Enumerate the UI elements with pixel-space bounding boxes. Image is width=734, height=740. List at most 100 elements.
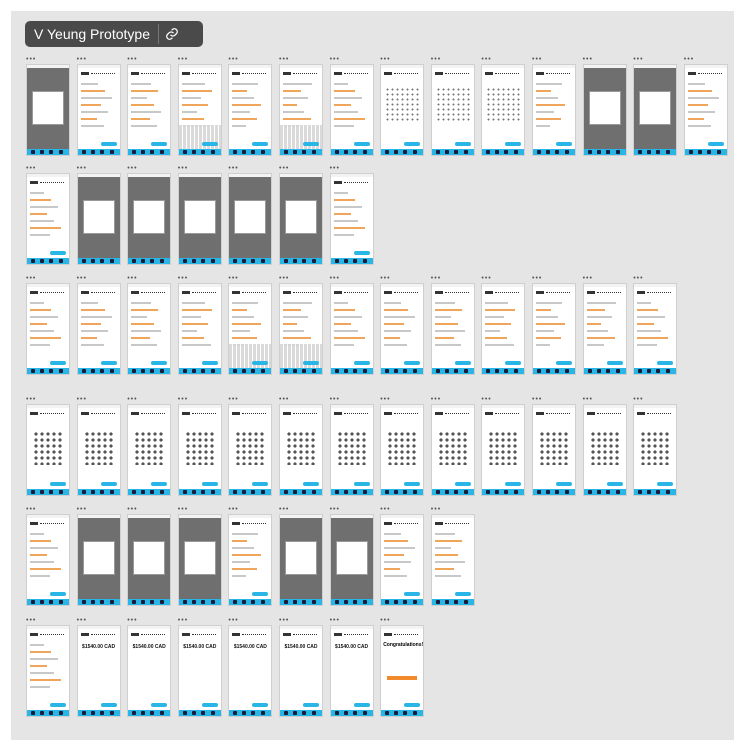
prototype-frame[interactable]: ••• — [380, 56, 425, 156]
frame-menu-dots[interactable]: ••• — [228, 617, 238, 624]
frame-menu-dots[interactable]: ••• — [279, 617, 289, 624]
prototype-frame[interactable]: ••• — [582, 56, 627, 156]
prototype-frame[interactable]: ••• — [582, 275, 627, 375]
prototype-frame[interactable]: ••• — [228, 56, 273, 156]
prototype-frame[interactable]: ••• $1540.00 CAD — [127, 617, 172, 717]
prototype-frame[interactable]: ••• — [481, 396, 526, 496]
frame-menu-dots[interactable]: ••• — [431, 275, 441, 282]
frame-menu-dots[interactable]: ••• — [178, 617, 188, 624]
prototype-frame[interactable]: ••• — [329, 165, 374, 265]
prototype-frame[interactable]: ••• — [430, 506, 475, 606]
frame-menu-dots[interactable]: ••• — [228, 396, 238, 403]
frame-menu-dots[interactable]: ••• — [279, 506, 289, 513]
frame-menu-dots[interactable]: ••• — [532, 396, 542, 403]
frame-menu-dots[interactable]: ••• — [178, 165, 188, 172]
frame-menu-dots[interactable]: ••• — [431, 506, 441, 513]
frame-menu-dots[interactable]: ••• — [77, 275, 87, 282]
prototype-canvas[interactable]: V Yeung Prototype ••• ••• ••• ••• ••• ••• ••• •… — [11, 11, 734, 740]
prototype-frame[interactable]: ••• — [76, 396, 121, 496]
prototype-frame[interactable]: ••• — [177, 56, 222, 156]
prototype-frame[interactable]: ••• $1540.00 CAD — [177, 617, 222, 717]
frame-menu-dots[interactable]: ••• — [127, 506, 137, 513]
frame-menu-dots[interactable]: ••• — [228, 506, 238, 513]
prototype-frame[interactable]: ••• — [380, 506, 425, 606]
frame-menu-dots[interactable]: ••• — [633, 56, 643, 63]
prototype-frame[interactable]: ••• — [481, 56, 526, 156]
frame-menu-dots[interactable]: ••• — [26, 396, 36, 403]
prototype-frame[interactable]: ••• $1540.00 CAD — [228, 617, 273, 717]
frame-menu-dots[interactable]: ••• — [330, 56, 340, 63]
frame-menu-dots[interactable]: ••• — [127, 275, 137, 282]
frame-menu-dots[interactable]: ••• — [330, 165, 340, 172]
frame-menu-dots[interactable]: ••• — [431, 56, 441, 63]
prototype-frame[interactable]: ••• $1540.00 CAD — [279, 617, 323, 717]
frame-menu-dots[interactable]: ••• — [481, 396, 491, 403]
frame-menu-dots[interactable]: ••• — [380, 396, 390, 403]
frame-menu-dots[interactable]: ••• — [26, 506, 36, 513]
prototype-frame[interactable]: ••• — [177, 165, 222, 265]
prototype-frame[interactable]: ••• — [329, 56, 374, 156]
prototype-frame[interactable]: ••• — [177, 275, 222, 375]
prototype-frame[interactable]: ••• — [329, 396, 374, 496]
prototype-frame[interactable]: ••• — [279, 56, 323, 156]
frame-menu-dots[interactable]: ••• — [127, 617, 137, 624]
prototype-frame[interactable]: ••• — [127, 396, 172, 496]
frame-menu-dots[interactable]: ••• — [77, 56, 87, 63]
frame-menu-dots[interactable]: ••• — [330, 396, 340, 403]
frame-menu-dots[interactable]: ••• — [77, 396, 87, 403]
frame-menu-dots[interactable]: ••• — [481, 275, 491, 282]
prototype-frame[interactable]: ••• Congratulations! — [380, 617, 425, 717]
prototype-frame[interactable]: ••• — [481, 275, 526, 375]
frame-menu-dots[interactable]: ••• — [380, 275, 390, 282]
prototype-frame[interactable]: ••• — [228, 506, 273, 606]
frame-menu-dots[interactable]: ••• — [178, 275, 188, 282]
prototype-frame[interactable]: ••• — [279, 396, 323, 496]
frame-menu-dots[interactable]: ••• — [633, 396, 643, 403]
prototype-frame[interactable]: ••• — [26, 275, 70, 375]
frame-menu-dots[interactable]: ••• — [684, 56, 694, 63]
frame-menu-dots[interactable]: ••• — [77, 617, 87, 624]
prototype-frame[interactable]: ••• — [430, 275, 475, 375]
frame-menu-dots[interactable]: ••• — [178, 396, 188, 403]
prototype-frame[interactable]: ••• — [329, 506, 374, 606]
prototype-frame[interactable]: ••• — [26, 617, 70, 717]
prototype-frame[interactable]: ••• — [26, 165, 70, 265]
frame-menu-dots[interactable]: ••• — [279, 165, 289, 172]
frame-menu-dots[interactable]: ••• — [431, 396, 441, 403]
frame-menu-dots[interactable]: ••• — [178, 506, 188, 513]
prototype-frame[interactable]: ••• — [582, 396, 627, 496]
frame-menu-dots[interactable]: ••• — [279, 275, 289, 282]
frame-menu-dots[interactable]: ••• — [26, 165, 36, 172]
prototype-frame[interactable]: ••• — [127, 506, 172, 606]
frame-menu-dots[interactable]: ••• — [481, 56, 491, 63]
frame-menu-dots[interactable]: ••• — [279, 56, 289, 63]
prototype-frame[interactable]: ••• — [76, 165, 121, 265]
frame-menu-dots[interactable]: ••• — [583, 56, 593, 63]
prototype-frame[interactable]: ••• — [633, 56, 678, 156]
frame-menu-dots[interactable]: ••• — [26, 56, 36, 63]
frame-menu-dots[interactable]: ••• — [178, 56, 188, 63]
frame-menu-dots[interactable]: ••• — [330, 275, 340, 282]
frame-menu-dots[interactable]: ••• — [380, 506, 390, 513]
prototype-frame[interactable]: ••• — [532, 396, 576, 496]
prototype-frame[interactable]: ••• — [76, 56, 121, 156]
prototype-frame[interactable]: ••• — [76, 275, 121, 375]
frame-menu-dots[interactable]: ••• — [532, 275, 542, 282]
prototype-frame[interactable]: ••• — [228, 275, 273, 375]
frame-menu-dots[interactable]: ••• — [77, 506, 87, 513]
prototype-frame[interactable]: ••• — [430, 56, 475, 156]
board-title-pill[interactable]: V Yeung Prototype — [25, 21, 203, 47]
prototype-frame[interactable]: ••• — [127, 275, 172, 375]
prototype-frame[interactable]: ••• — [26, 396, 70, 496]
frame-menu-dots[interactable]: ••• — [228, 56, 238, 63]
prototype-frame[interactable]: ••• $1540.00 CAD — [329, 617, 374, 717]
prototype-frame[interactable]: ••• — [633, 275, 678, 375]
prototype-frame[interactable]: ••• — [683, 56, 728, 156]
prototype-frame[interactable]: ••• — [380, 275, 425, 375]
prototype-frame[interactable]: ••• — [279, 506, 323, 606]
prototype-frame[interactable]: ••• — [532, 275, 576, 375]
frame-menu-dots[interactable]: ••• — [127, 396, 137, 403]
frame-menu-dots[interactable]: ••• — [26, 617, 36, 624]
prototype-frame[interactable]: ••• — [26, 56, 70, 156]
frame-menu-dots[interactable]: ••• — [127, 56, 137, 63]
